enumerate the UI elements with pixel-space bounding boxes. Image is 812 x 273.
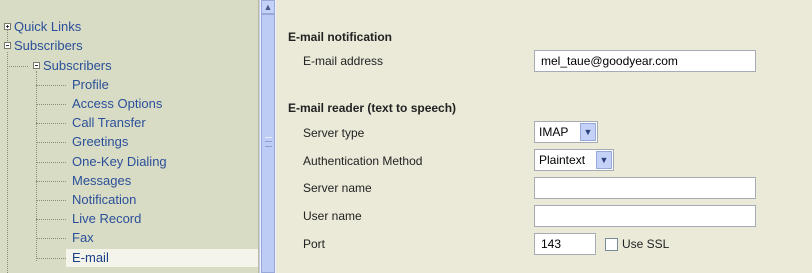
- port-input[interactable]: [534, 233, 596, 255]
- auth-method-select[interactable]: Plaintext ▼: [534, 149, 614, 171]
- tree-connector: [7, 52, 8, 273]
- tree-item-subscribers-child[interactable]: Subscribers: [43, 57, 112, 75]
- tree-connector: [36, 200, 66, 201]
- tree-connector: [36, 104, 66, 105]
- user-name-label: User name: [303, 209, 362, 223]
- tree-connector: [36, 162, 66, 163]
- tree-item-quick-links[interactable]: Quick Links: [14, 18, 81, 36]
- user-name-input[interactable]: [534, 205, 756, 227]
- use-ssl-checkbox[interactable]: [605, 238, 618, 251]
- server-type-label: Server type: [303, 126, 365, 140]
- email-notification-heading: E-mail notification: [288, 30, 393, 44]
- collapse-toggle-subscribers-child[interactable]: [33, 62, 40, 69]
- auth-method-value: Plaintext: [539, 153, 586, 167]
- chevron-down-icon[interactable]: ▼: [580, 123, 596, 141]
- tree-connector: [36, 238, 66, 239]
- scroll-up-icon[interactable]: ▲: [261, 0, 275, 14]
- tree-item-email-selected[interactable]: E-mail: [66, 249, 258, 267]
- email-address-label: E-mail address: [303, 54, 384, 68]
- tree-connector: [36, 142, 66, 143]
- server-name-input[interactable]: [534, 177, 756, 199]
- tree-item-messages[interactable]: Messages: [72, 172, 131, 190]
- server-name-label: Server name: [303, 181, 372, 195]
- tree-connector: [36, 258, 66, 259]
- tree-item-email-label: E-mail: [72, 250, 109, 265]
- email-settings-form: E-mail notification E-mail address E-mai…: [276, 0, 812, 273]
- tree-item-call-transfer[interactable]: Call Transfer: [72, 114, 146, 132]
- port-label: Port: [303, 237, 326, 251]
- scroll-grip-icon: [265, 137, 272, 147]
- tree-item-profile[interactable]: Profile: [72, 76, 109, 94]
- auth-method-label: Authentication Method: [303, 154, 423, 168]
- email-reader-heading: E-mail reader (text to speech): [288, 101, 457, 115]
- scroll-thumb[interactable]: [261, 14, 275, 273]
- tree-item-subscribers[interactable]: Subscribers: [14, 37, 83, 55]
- tree-scrollbar[interactable]: ▲: [259, 0, 276, 273]
- tree-connector: [7, 66, 28, 67]
- tree-item-access-options[interactable]: Access Options: [72, 95, 162, 113]
- server-type-select[interactable]: IMAP ▼: [534, 121, 598, 143]
- tree-connector: [36, 85, 66, 86]
- tree-connector: [36, 219, 66, 220]
- email-address-input[interactable]: [534, 50, 756, 72]
- tree-connector: [36, 181, 66, 182]
- collapse-toggle-subscribers[interactable]: [4, 42, 11, 49]
- server-type-value: IMAP: [539, 125, 569, 139]
- tree-item-live-record[interactable]: Live Record: [72, 210, 141, 228]
- tree-item-one-key-dialing[interactable]: One-Key Dialing: [72, 153, 167, 171]
- chevron-down-icon[interactable]: ▼: [596, 151, 612, 169]
- tree-item-fax[interactable]: Fax: [72, 229, 94, 247]
- tree-connector: [36, 71, 37, 261]
- expand-toggle-quick-links[interactable]: [4, 23, 11, 30]
- tree-item-greetings[interactable]: Greetings: [72, 133, 128, 151]
- navigation-tree: Quick Links Subscribers Subscribers Prof…: [0, 0, 259, 273]
- tree-item-notification[interactable]: Notification: [72, 191, 136, 209]
- tree-connector: [36, 123, 66, 124]
- use-ssl-label[interactable]: Use SSL: [622, 237, 669, 251]
